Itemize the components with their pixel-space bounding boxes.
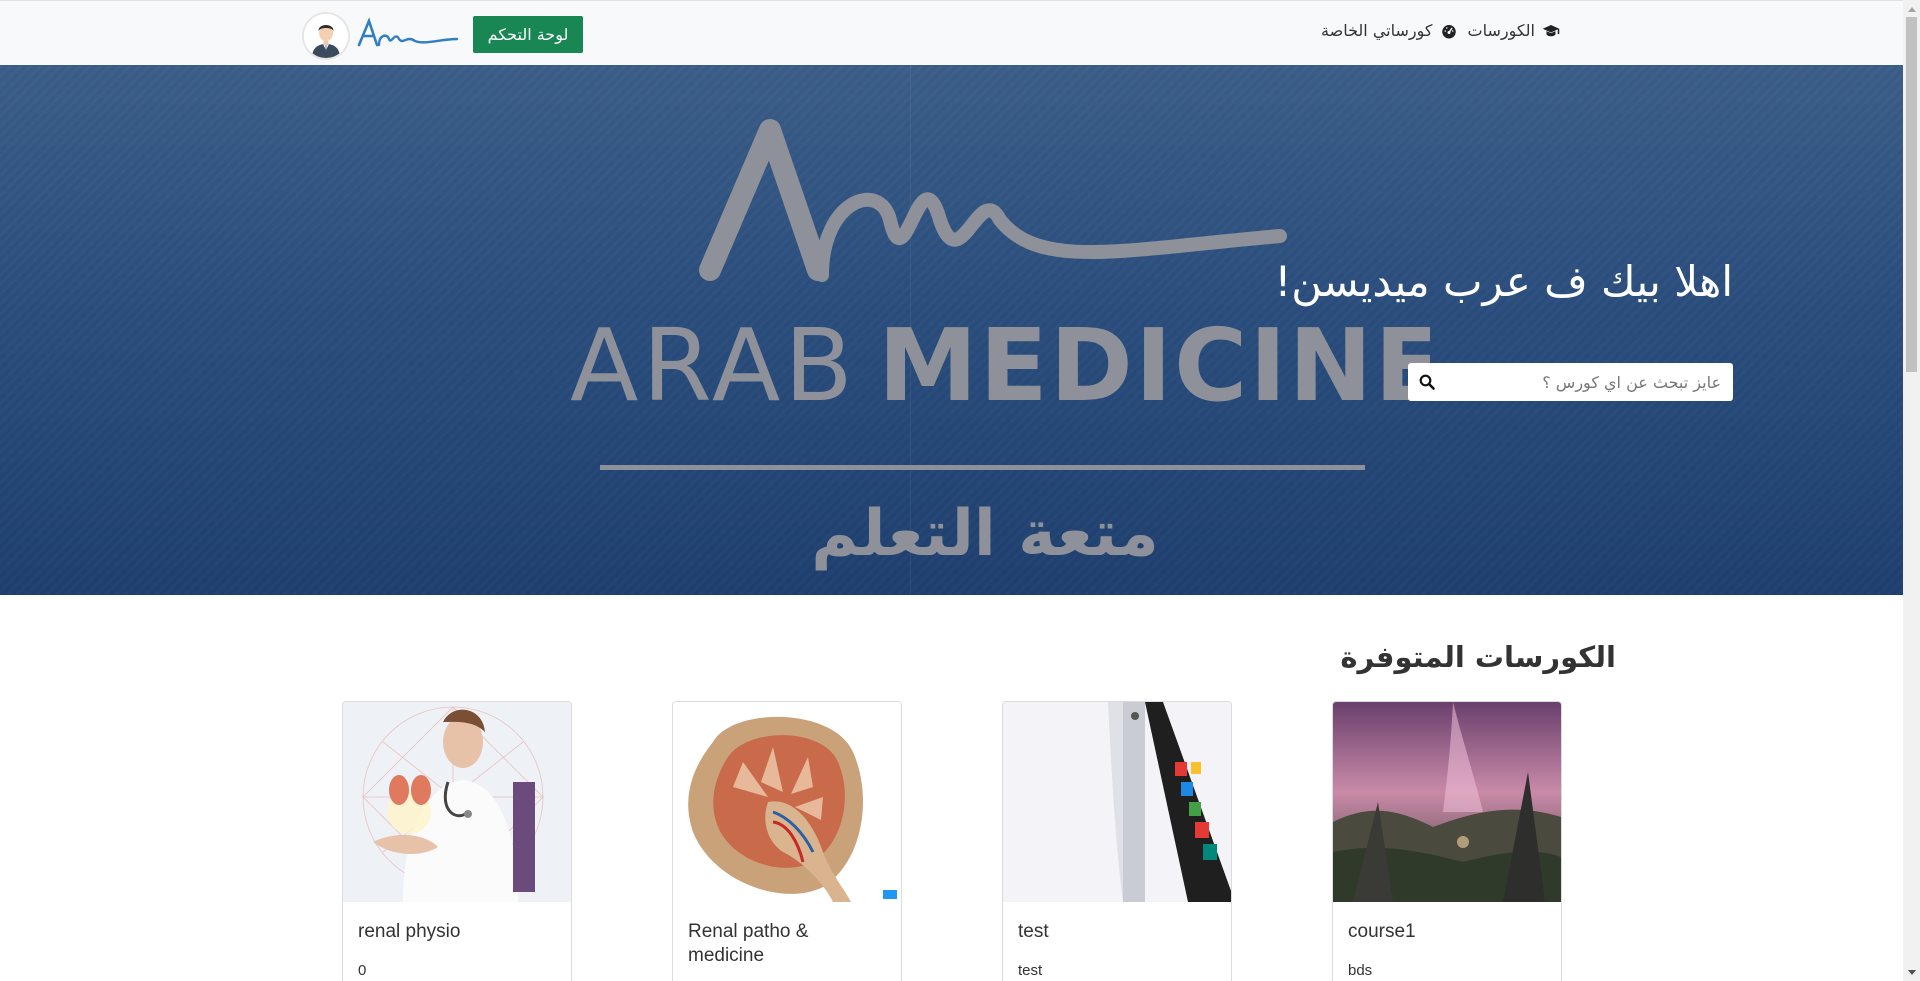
hero-logo-tagline: متعة التعلم xyxy=(811,497,1159,571)
nav-courses-label: الكورسات xyxy=(1467,21,1536,40)
course-card[interactable]: renal physio 0 xyxy=(342,701,572,981)
hero-banner: ARAB MEDICINE متعة التعلم اهلا بيك ف عرب… xyxy=(0,65,1903,595)
nav-link-courses[interactable]: الكورسات xyxy=(1468,21,1561,40)
course-card[interactable]: Renal patho & medicine xyxy=(672,701,902,981)
user-avatar[interactable] xyxy=(302,12,350,60)
nav-my-courses-label: كورساتي الخاصة xyxy=(1321,21,1433,40)
course-subtitle: bds xyxy=(1348,962,1373,979)
course-title: test xyxy=(1018,921,1049,942)
hero-logo-text-bold: MEDICINE xyxy=(878,307,1430,424)
course-image-test xyxy=(1003,702,1231,902)
course-title: Renal patho & medicine xyxy=(688,921,809,966)
scroll-up-arrow-icon[interactable] xyxy=(1903,0,1920,17)
scroll-down-arrow-icon[interactable] xyxy=(1903,964,1920,981)
course-subtitle: 0 xyxy=(358,962,367,979)
nav-links: الكورسات كورساتي الخاصة xyxy=(1321,21,1560,40)
course-card[interactable]: course1 bds xyxy=(1332,701,1562,981)
course-title: course1 xyxy=(1348,921,1416,942)
hero-welcome-title: اهلا بيك ف عرب ميديسن! xyxy=(1274,257,1733,306)
course-card[interactable]: test test xyxy=(1002,701,1232,981)
page-scrollbar[interactable] xyxy=(1903,0,1920,981)
scrollbar-thumb[interactable] xyxy=(1906,17,1917,372)
course-subtitle: test xyxy=(1018,962,1043,979)
user-avatar-icon xyxy=(304,14,348,58)
graduation-cap-icon xyxy=(1542,24,1560,36)
nav-link-my-courses[interactable]: كورساتي الخاصة xyxy=(1321,21,1457,40)
course-title: renal physio xyxy=(358,921,461,942)
dashboard-gauge-icon xyxy=(1441,24,1456,38)
search-input[interactable] xyxy=(1446,363,1733,401)
course-image-renal-physio xyxy=(343,702,571,902)
course-image-renal-patho xyxy=(673,702,901,902)
search-icon[interactable] xyxy=(1408,363,1446,401)
search-box xyxy=(1408,363,1733,401)
section-title: الكورسات المتوفرة xyxy=(1340,640,1616,674)
hero-brand-logo: ARAB MEDICINE متعة التعلم xyxy=(570,119,1430,571)
arab-medicine-logo-icon[interactable] xyxy=(355,17,460,51)
top-navbar: الكورسات كورساتي الخاصة لوحة التحكم xyxy=(0,0,1903,65)
course-image-course1 xyxy=(1333,702,1561,902)
hero-logo-text-light: ARAB xyxy=(570,307,857,424)
dashboard-button[interactable]: لوحة التحكم xyxy=(473,16,583,53)
